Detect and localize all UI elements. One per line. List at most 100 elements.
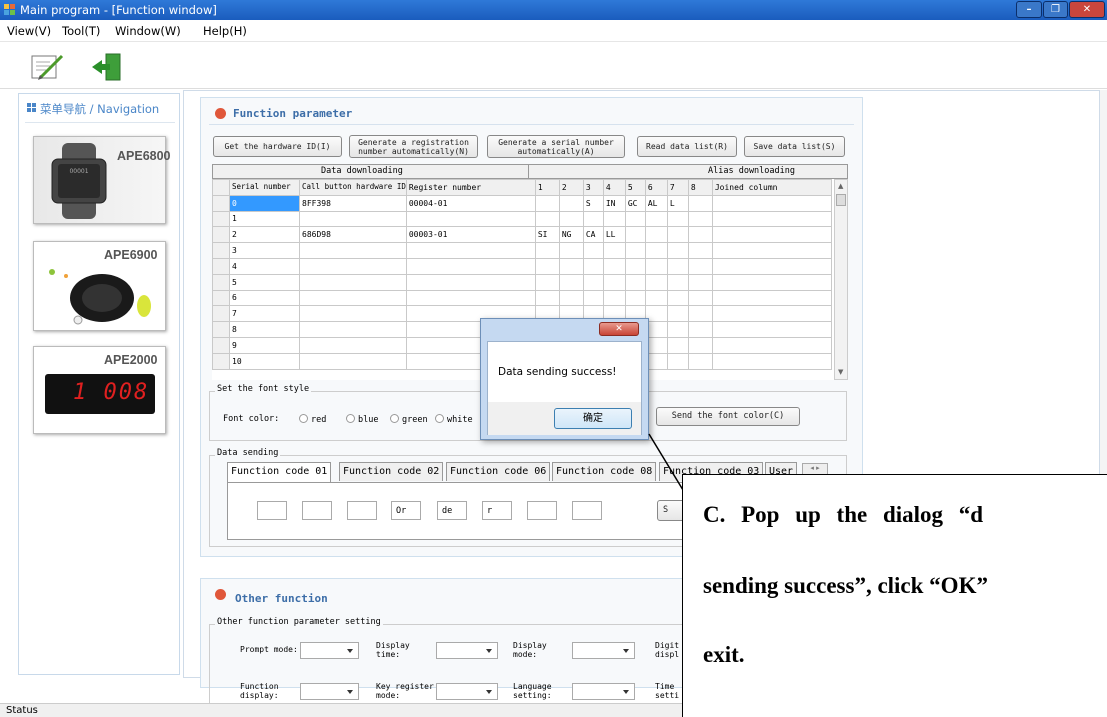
table-cell[interactable]	[644, 273, 668, 291]
data-input[interactable]	[572, 501, 602, 520]
get-hardware-id-button[interactable]: Get the hardware ID(I)	[213, 136, 342, 157]
edit-icon[interactable]	[30, 52, 66, 82]
tab-function-code-06[interactable]: Function code 06	[446, 462, 551, 481]
table-cell[interactable]	[534, 210, 560, 228]
table-cell[interactable]	[558, 273, 584, 291]
column-header[interactable]: 5	[624, 179, 646, 196]
table-row[interactable]: 3	[212, 242, 832, 259]
table-cell[interactable]	[558, 257, 584, 275]
table-cell[interactable]	[711, 210, 832, 228]
send-font-color-button[interactable]: Send the font color(C)	[656, 407, 800, 426]
scroll-thumb[interactable]	[836, 194, 846, 206]
table-cell[interactable]	[558, 289, 584, 307]
menu-tool[interactable]: Tool(T)	[62, 24, 100, 38]
row-header[interactable]	[212, 194, 230, 212]
table-cell[interactable]	[666, 321, 689, 338]
table-cell[interactable]: 9	[229, 336, 300, 354]
table-cell[interactable]	[534, 194, 560, 212]
table-cell[interactable]	[666, 289, 689, 307]
exit-door-icon[interactable]	[90, 52, 124, 82]
column-header[interactable]: Register number	[405, 179, 536, 196]
table-cell[interactable]: 1	[229, 210, 300, 228]
column-header[interactable]: Serial number	[229, 179, 300, 196]
table-cell[interactable]	[687, 242, 713, 259]
table-cell[interactable]	[534, 242, 560, 259]
row-header[interactable]	[212, 242, 230, 259]
table-cell[interactable]: 00004-01	[405, 194, 536, 212]
table-row[interactable]: 4	[212, 257, 832, 275]
table-cell[interactable]	[687, 226, 713, 244]
radio-icon[interactable]	[299, 414, 308, 423]
table-cell[interactable]	[666, 210, 689, 228]
table-cell[interactable]: L	[666, 194, 689, 212]
table-cell[interactable]	[624, 273, 646, 291]
column-header[interactable]: 6	[644, 179, 668, 196]
dialog-close-icon[interactable]: ✕	[599, 322, 639, 336]
data-input[interactable]	[347, 501, 377, 520]
table-cell[interactable]	[602, 210, 626, 228]
table-cell[interactable]: S	[582, 194, 604, 212]
table-cell[interactable]	[687, 336, 713, 354]
font-color-option-white[interactable]: white	[435, 414, 473, 425]
row-header[interactable]	[212, 289, 230, 307]
table-cell[interactable]	[687, 321, 713, 338]
table-cell[interactable]	[582, 257, 604, 275]
table-cell[interactable]	[405, 257, 536, 275]
tab-function-code-01[interactable]: Function code 01	[227, 462, 332, 482]
table-row[interactable]: 6	[212, 289, 832, 307]
menu-window[interactable]: Window(W)	[115, 24, 181, 38]
data-input[interactable]	[257, 501, 287, 520]
table-cell[interactable]: 8	[229, 321, 300, 338]
table-cell[interactable]: 10	[229, 352, 300, 370]
table-cell[interactable]: 7	[229, 305, 300, 323]
table-cell[interactable]	[711, 289, 832, 307]
table-cell[interactable]: 00003-01	[405, 226, 536, 244]
table-cell[interactable]	[558, 242, 584, 259]
column-header[interactable]: 2	[558, 179, 584, 196]
row-header[interactable]	[212, 321, 230, 338]
table-cell[interactable]	[624, 210, 646, 228]
table-cell[interactable]	[558, 210, 584, 228]
table-cell[interactable]	[299, 289, 407, 307]
table-cell[interactable]	[624, 226, 646, 244]
table-cell[interactable]	[405, 210, 536, 228]
language-setting-select[interactable]	[572, 683, 635, 700]
read-data-list-button[interactable]: Read data list(R)	[637, 136, 737, 157]
table-cell[interactable]	[666, 305, 689, 323]
column-header[interactable]: 7	[666, 179, 689, 196]
table-cell[interactable]: 3	[229, 242, 300, 259]
table-cell[interactable]	[534, 289, 560, 307]
table-cell[interactable]	[644, 257, 668, 275]
table-cell[interactable]	[624, 242, 646, 259]
table-cell[interactable]	[405, 242, 536, 259]
row-header[interactable]	[212, 336, 230, 354]
table-cell[interactable]	[711, 242, 832, 259]
function-display-select[interactable]	[300, 683, 359, 700]
table-cell[interactable]: 6	[229, 289, 300, 307]
row-header[interactable]	[212, 226, 230, 244]
table-cell[interactable]	[299, 321, 407, 338]
data-input[interactable]: Or	[391, 501, 421, 520]
minimize-button[interactable]: –	[1016, 1, 1042, 18]
table-vertical-scrollbar[interactable]: ▲ ▼	[834, 179, 848, 380]
tab-function-code-08[interactable]: Function code 08	[552, 462, 657, 481]
radio-icon[interactable]	[390, 414, 399, 423]
table-cell[interactable]	[687, 352, 713, 370]
prompt-mode-select[interactable]	[300, 642, 359, 659]
table-cell[interactable]	[299, 305, 407, 323]
column-header[interactable]: 4	[602, 179, 626, 196]
table-cell[interactable]	[666, 273, 689, 291]
table-cell[interactable]: GC	[624, 194, 646, 212]
display-time-select[interactable]	[436, 642, 498, 659]
font-color-option-blue[interactable]: blue	[346, 414, 378, 425]
font-color-option-red[interactable]: red	[299, 414, 326, 425]
dialog-ok-button[interactable]: 确定	[554, 408, 632, 429]
table-cell[interactable]	[602, 289, 626, 307]
table-cell[interactable]	[666, 226, 689, 244]
table-cell[interactable]: IN	[602, 194, 626, 212]
table-cell[interactable]	[711, 226, 832, 244]
row-header[interactable]	[212, 273, 230, 291]
table-row[interactable]: 5	[212, 273, 832, 291]
table-cell[interactable]	[644, 210, 668, 228]
key-register-mode-select[interactable]	[436, 683, 498, 700]
